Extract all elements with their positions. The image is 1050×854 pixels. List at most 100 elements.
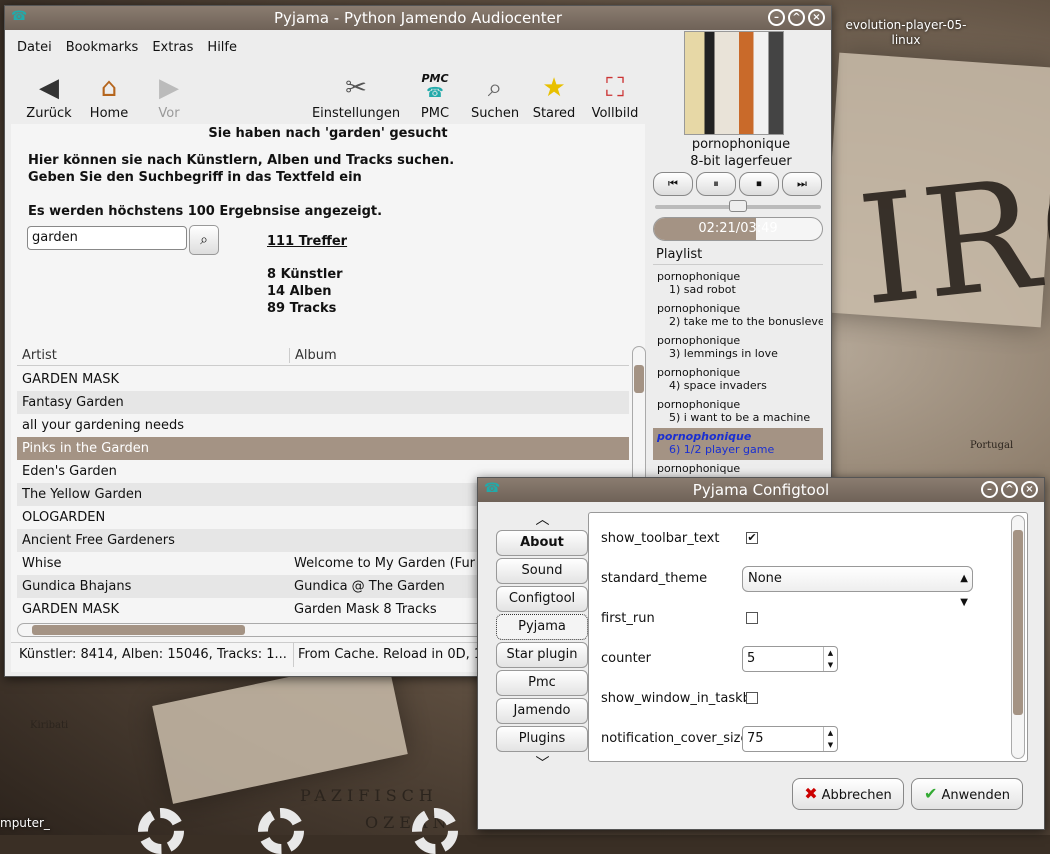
playlist-heading: Playlist <box>653 245 823 265</box>
tools-icon: ✂ <box>345 73 367 103</box>
nav-item-plugins[interactable]: Plugins <box>496 726 588 752</box>
settings-button[interactable]: ✂ Einstellungen <box>311 72 401 121</box>
nav-item-about[interactable]: About <box>496 530 588 556</box>
nav-item-pmc[interactable]: Pmc <box>496 670 588 696</box>
close-icon[interactable]: × <box>1021 481 1038 498</box>
counter-value: 5 <box>747 651 756 666</box>
previous-button[interactable]: ⏮ <box>653 172 693 196</box>
pmc-badge: PMC <box>421 72 449 85</box>
playlist-artist: pornophonique <box>657 334 741 347</box>
artist-cell: Eden's Garden <box>22 464 117 479</box>
column-artist[interactable]: Artist <box>22 348 57 363</box>
playlist-item[interactable]: pornophonique 5) i want to be a machine <box>653 396 823 428</box>
playlist-item[interactable]: pornophonique 4) space invaders <box>653 364 823 396</box>
table-row[interactable]: Fantasy Garden <box>17 391 629 414</box>
results-link[interactable]: 111 Treffer <box>267 234 347 249</box>
count-albums: 14 Alben <box>267 284 332 299</box>
nav-item-sound[interactable]: Sound <box>496 558 588 584</box>
playlist-item[interactable]: pornophonique 2) take me to the bonusleve… <box>653 300 823 332</box>
scrollbar-thumb[interactable] <box>634 365 644 393</box>
chevron-up-icon[interactable]: ︿ <box>495 510 590 530</box>
next-icon: ⏭ <box>797 177 807 190</box>
table-row[interactable]: all your gardening needs <box>17 414 629 437</box>
menu-extras[interactable]: Extras <box>152 40 193 55</box>
previous-icon: ⏮ <box>668 177 678 190</box>
desktop-computer-label[interactable]: mputer_ <box>0 816 50 831</box>
gear-icon[interactable] <box>138 808 184 854</box>
playlist-item[interactable]: pornophonique 6) 1/2 player game <box>653 428 823 460</box>
apply-button[interactable]: ✔ Anwenden <box>911 778 1023 810</box>
artist-cell: The Yellow Garden <box>22 487 143 502</box>
playlist-artist: pornophonique <box>657 270 741 283</box>
show-toolbar-text-checkbox[interactable]: ✔ <box>746 532 758 544</box>
gear-icon[interactable] <box>258 808 304 854</box>
column-album[interactable]: Album <box>289 348 337 363</box>
playlist-track: 4) space invaders <box>669 379 767 392</box>
map-label-portugal: Portugal <box>970 440 1014 451</box>
pause-button[interactable]: ⏸ <box>696 172 736 196</box>
nav-item-configtool[interactable]: Configtool <box>496 586 588 612</box>
playlist-track: 2) take me to the bonuslevel <box>669 315 823 328</box>
first-run-checkbox[interactable] <box>746 612 758 624</box>
config-vertical-scrollbar[interactable] <box>1011 515 1025 759</box>
stop-icon: ⏹ <box>756 177 762 190</box>
close-icon[interactable]: × <box>808 9 825 26</box>
window-title: Pyjama - Python Jamendo Audiocenter <box>273 9 563 27</box>
search-input[interactable]: garden <box>27 226 187 250</box>
standard-theme-select[interactable]: None ▲ ▼ <box>742 566 973 608</box>
artist-cell: Gundica Bhajans <box>22 579 132 594</box>
artist-cell: GARDEN MASK <box>22 372 119 387</box>
table-row[interactable]: GARDEN MASK <box>17 368 629 391</box>
maximize-icon[interactable]: ^ <box>788 9 805 26</box>
nav-item-star-plugin[interactable]: Star plugin <box>496 642 588 668</box>
next-button[interactable]: ⏭ <box>782 172 822 196</box>
fullscreen-button[interactable]: ⛶ Vollbild <box>575 72 655 121</box>
playlist-item[interactable]: pornophonique 1) sad robot <box>653 268 823 300</box>
notification-cover-size-spinbox[interactable]: 75 ▲ ▼ <box>742 726 838 752</box>
menu-datei[interactable]: Datei <box>17 40 52 55</box>
scrollbar-thumb[interactable] <box>32 625 245 635</box>
stop-button[interactable]: ⏹ <box>739 172 779 196</box>
chevron-down-icon[interactable]: ﹀ <box>495 754 590 774</box>
nav-item-jamendo[interactable]: Jamendo <box>496 698 588 724</box>
minimize-icon[interactable]: – <box>981 481 998 498</box>
config-titlebar[interactable]: ☎ Pyjama Configtool – ^ × <box>478 478 1044 502</box>
forward-button[interactable]: ▶ Vor <box>129 72 209 121</box>
setting-label-counter: counter <box>601 651 652 666</box>
album-cover[interactable] <box>684 31 784 135</box>
limit-note: Es werden höchstens 100 Ergebnsise angez… <box>28 204 383 219</box>
artist-cell: Whise <box>22 556 62 571</box>
scrollbar-thumb[interactable] <box>1013 530 1023 715</box>
search-submit-button[interactable]: ⌕ <box>189 225 219 255</box>
playlist-item[interactable]: pornophonique 3) lemmings in love <box>653 332 823 364</box>
counter-spinbox[interactable]: 5 ▲ ▼ <box>742 646 838 672</box>
nav-item-pyjama[interactable]: Pyjama <box>496 614 588 640</box>
gear-icon[interactable] <box>412 808 458 854</box>
playlist-artist: pornophonique <box>657 366 741 379</box>
spin-arrows-icon[interactable]: ▲ ▼ <box>823 727 837 751</box>
results-table-header: Artist Album <box>17 346 629 366</box>
maximize-icon[interactable]: ^ <box>1001 481 1018 498</box>
setting-label-show-window-in-taskbar: show_window_in_taskb <box>601 691 751 706</box>
track-progress[interactable]: 02:21/03:49 <box>653 217 823 241</box>
notification-cover-size-value: 75 <box>747 731 764 746</box>
playlist-track: 3) lemmings in love <box>669 347 778 360</box>
artist-cell: all your gardening needs <box>22 418 185 433</box>
main-titlebar[interactable]: ☎ Pyjama - Python Jamendo Audiocenter – … <box>5 6 831 30</box>
minimize-icon[interactable]: – <box>768 9 785 26</box>
menu-bookmarks[interactable]: Bookmarks <box>66 40 139 55</box>
album-cell: Welcome to My Garden (Fur Sa <box>294 556 496 571</box>
volume-slider[interactable] <box>655 200 821 212</box>
app-icon: ☎ <box>484 481 501 496</box>
cancel-button[interactable]: ✖ Abbrechen <box>792 778 904 810</box>
show-window-in-taskbar-checkbox[interactable] <box>746 692 758 704</box>
standard-theme-value: None <box>748 571 782 586</box>
slider-handle[interactable] <box>729 200 747 212</box>
table-row[interactable]: Pinks in the Garden <box>17 437 629 460</box>
track-time: 02:21/03:49 <box>698 221 778 236</box>
menu-hilfe[interactable]: Hilfe <box>207 40 237 55</box>
spin-arrows-icon[interactable]: ▲ ▼ <box>823 647 837 671</box>
pause-icon: ⏸ <box>713 177 719 190</box>
desktop-icon-label[interactable]: evolution-player-05-linux <box>836 18 976 48</box>
playlist-track: 1) sad robot <box>669 283 736 296</box>
